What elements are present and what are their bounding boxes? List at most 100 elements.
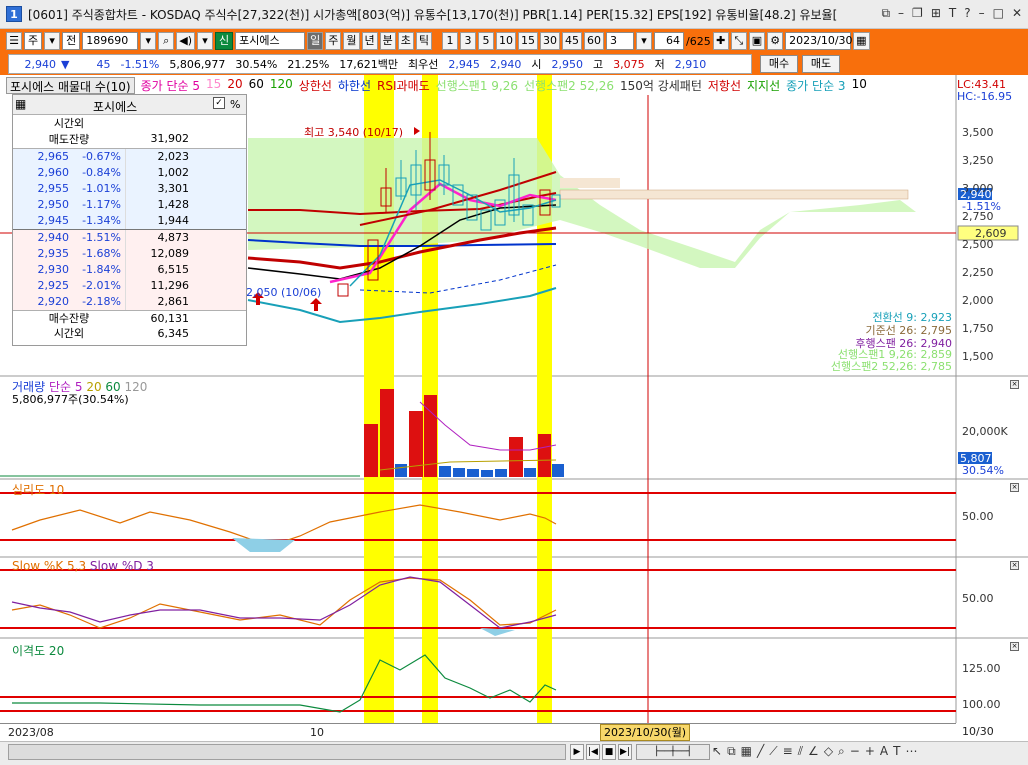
grid-icon[interactable]: ▦ [741,744,752,760]
stock-code-input[interactable]: 189690 [82,32,139,50]
orderbook-checkbox[interactable]: ✓ [213,97,225,109]
legend-span1[interactable]: 선행스팬1 9,26 [436,77,518,94]
legend-p20[interactable]: 20 [227,77,242,94]
orderbook-grid-icon[interactable]: ▦ [15,97,26,111]
legend-upper[interactable]: 상한선 [299,77,332,94]
period-year-button[interactable]: 년 [361,32,378,50]
interval-45-button[interactable]: 45 [562,32,583,50]
legend-sma3-val[interactable]: 10 [852,77,867,94]
interval-10-button[interactable]: 10 [496,32,517,50]
pane-close-icon[interactable]: × [1010,561,1019,570]
interval-input[interactable]: 3 [606,32,635,50]
code-dropdown-icon[interactable]: ▾ [140,32,157,50]
interval-60-button[interactable]: 60 [584,32,605,50]
channel-tool-icon[interactable]: ⫽ [798,744,803,760]
more-tools-icon[interactable]: ⋯ [905,744,917,760]
close-icon[interactable]: ✕ [1012,6,1022,21]
orderbook-row[interactable]: 2,920 -2.18% 2,861 [13,294,246,310]
chart-scrollbar[interactable] [8,744,566,760]
text-tool-icon[interactable]: A [880,744,888,760]
speaker-dropdown-icon[interactable]: ▾ [197,32,214,50]
legend-sma3[interactable]: 종가 단순 3 [786,77,845,94]
interval-15-button[interactable]: 15 [518,32,539,50]
legend-sma[interactable]: 종가 단순 5 [141,77,200,94]
buy-button[interactable]: 매수 [760,55,798,73]
pointer-icon[interactable]: ↖ [712,744,722,760]
first-page-icon[interactable]: |◀ [586,744,600,760]
interval-5-button[interactable]: 5 [478,32,495,50]
resistance-band [559,189,909,200]
pane-close-icon[interactable]: × [1010,380,1019,389]
zoom-icon[interactable]: ⤡ [730,32,747,50]
interval-30-button[interactable]: 30 [540,32,561,50]
legend-resist[interactable]: 저항선 [708,77,741,94]
copy-icon[interactable]: ⧉ [727,744,736,760]
settings-gear-icon[interactable]: ⚙ [767,32,784,50]
line-tool-icon[interactable]: ╱ [757,744,764,760]
legend-span2[interactable]: 선행스팬2 52,26 [524,77,614,94]
period-minute-button[interactable]: 분 [379,32,396,50]
orderbook-row[interactable]: 2,955 -1.01% 3,301 [13,181,246,197]
orderbook-row[interactable]: 2,935 -1.68% 12,089 [13,246,246,262]
save-icon[interactable]: ▣ [748,32,766,50]
link-icon[interactable]: ⧉ [881,6,890,21]
orderbook-row[interactable]: 2,930 -1.84% 6,515 [13,262,246,278]
legend-stock[interactable]: 포시에스 매물대 수(10) [6,77,135,94]
help-icon[interactable]: ? [964,6,970,21]
speaker-icon[interactable]: ◀) [176,32,196,50]
period-month-button[interactable]: 월 [343,32,360,50]
plus-icon[interactable]: + [865,744,875,760]
orderbook-row[interactable]: 2,950 -1.17% 1,428 [13,197,246,213]
orderbook-row[interactable]: 2,960 -0.84% 1,002 [13,165,246,181]
list-icon[interactable]: ☰ [6,32,22,50]
interval-3-button[interactable]: 3 [460,32,477,50]
scroll-right-icon[interactable]: ▶ [570,744,584,760]
minimize-to-tray-icon[interactable]: – [898,6,904,21]
fib-tool-icon[interactable]: ≡ [783,744,793,760]
market-select[interactable]: 주 [24,32,43,50]
legend-p60[interactable]: 60 [249,77,264,94]
last-page-icon[interactable]: ▶| [618,744,632,760]
calendar-icon[interactable]: ▦ [853,32,870,50]
text-tool-2-icon[interactable]: T [893,744,900,760]
pin-icon[interactable]: ⊞ [931,6,941,21]
angle-tool-icon[interactable]: ∠ [808,744,819,760]
period-second-button[interactable]: 초 [397,32,414,50]
orderbook-row[interactable]: 2,925 -2.01% 11,296 [13,278,246,294]
maximize-icon[interactable]: □ [993,6,1004,21]
period-tick-button[interactable]: 틱 [415,32,433,50]
pane-close-icon[interactable]: × [1010,483,1019,492]
interval-1-button[interactable]: 1 [442,32,459,50]
text-icon[interactable]: T [949,6,956,21]
restore-icon[interactable]: ❐ [912,6,923,21]
minimize-icon[interactable]: – [979,6,985,21]
shape-tool-icon[interactable]: ◇ [824,744,833,760]
legend-lower[interactable]: 하한선 [338,77,371,94]
legend-p15[interactable]: 15 [206,77,221,94]
interval-dropdown-icon[interactable]: ▾ [636,32,653,50]
type-select[interactable]: 전 [62,32,81,50]
crosshair-icon[interactable]: ✚ [712,32,729,50]
orderbook-row[interactable]: 2,940 -1.51% 4,873 [13,230,246,246]
search-icon[interactable]: ⌕ [158,32,175,50]
pane-close-icon[interactable]: × [1010,642,1019,651]
orderbook-row[interactable]: 2,965 -0.67% 2,023 [13,149,246,165]
market-dropdown-icon[interactable]: ▾ [44,32,61,50]
stop-icon[interactable]: ■ [602,744,616,760]
orderbook-row[interactable]: 2,945 -1.34% 1,944 [13,213,246,229]
stock-name[interactable]: 포시에스 [235,32,306,50]
period-day-button[interactable]: 일 [307,32,324,50]
orderbook-panel[interactable]: ▦ 포시에스 ✓ % 시간외 매도잔량 31,902 2,965 -0.67% 2,… [12,94,247,346]
date-input[interactable]: 2023/10/30 [785,32,853,50]
legend-support[interactable]: 지지선 [747,77,780,94]
sell-button[interactable]: 매도 [802,55,840,73]
minus-icon[interactable]: − [850,744,860,760]
count-input[interactable]: 64 [654,32,685,50]
legend-p120[interactable]: 120 [270,77,293,94]
period-week-button[interactable]: 주 [325,32,342,50]
zoom-slider[interactable]: ├──┼──┤ [636,744,710,760]
trend-tool-icon[interactable]: ⟋ [769,744,777,760]
legend-rsi[interactable]: RSI과매도 [377,77,430,94]
legend-pattern[interactable]: 150억 강세패턴 [620,77,702,94]
magnifier-icon[interactable]: ⌕ [838,744,845,760]
